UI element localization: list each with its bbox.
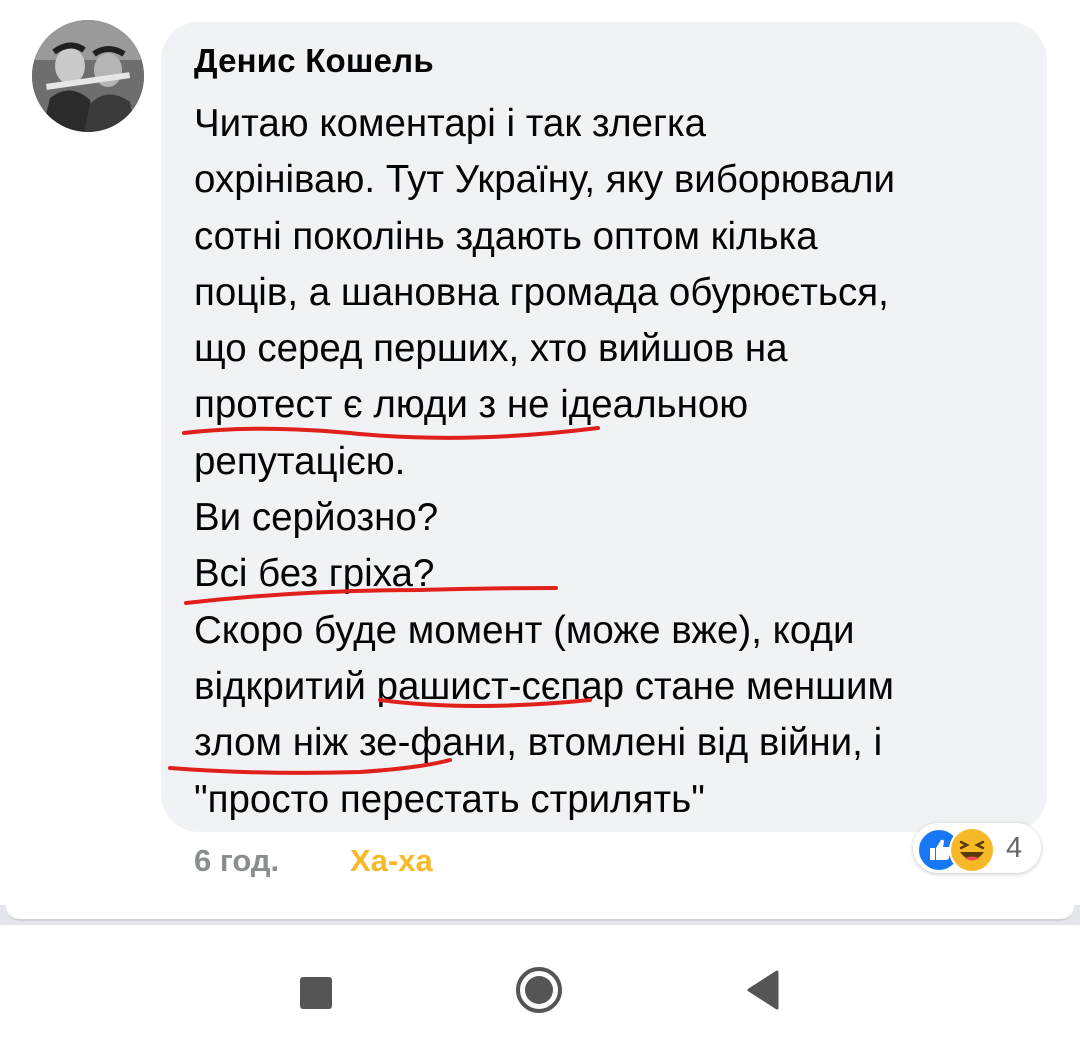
comment-line: Всі без гріха? — [194, 552, 435, 596]
avatar[interactable] — [32, 20, 144, 132]
android-navigation-bar — [0, 925, 1080, 1056]
home-circle-icon — [516, 967, 562, 1013]
haha-icon — [949, 827, 995, 873]
feed-divider — [0, 905, 1080, 925]
reaction-summary[interactable]: 4 — [913, 823, 1041, 873]
back-triangle-icon — [747, 970, 779, 1010]
comment-line: Читаю коментарі і так злегка — [194, 102, 707, 145]
reaction-button[interactable]: Ха-ха — [350, 843, 433, 879]
reaction-count: 4 — [1006, 832, 1023, 864]
comment-line: поців, а шановна громада обурюється, — [194, 270, 889, 314]
recent-apps-button[interactable] — [300, 977, 332, 1009]
comment-line: сотні поколінь здають оптом кілька — [194, 214, 818, 258]
comment-line: репутацією. — [194, 439, 406, 483]
comment-line: протест є люди з не ідеальною — [194, 383, 749, 427]
comment-line: що серед перших, хто вийшов на — [194, 327, 788, 371]
avatar-image — [32, 20, 144, 132]
comment-page: Денис Кошель Читаю коментарі і так злегк… — [0, 0, 1080, 905]
comment-time[interactable]: 6 год. — [194, 843, 279, 879]
comment-author[interactable]: Денис Кошель — [194, 42, 434, 80]
comment-line: "просто перестать стрилять" — [194, 777, 705, 821]
back-button[interactable] — [745, 969, 781, 1011]
comment-line: відкритий рашист-сєпар стане меншим — [194, 664, 894, 708]
comment-line: злом ніж зе-фани, втомлені від війни, і — [194, 721, 883, 765]
comment-line: охрініваю. Тут Україну, яку виборювали — [194, 158, 895, 202]
card-bottom-edge — [6, 905, 1074, 921]
comment-line: Ви серйозно? — [194, 496, 439, 540]
comment-text: Читаю коментарі і так злегка охрініваю. … — [194, 96, 1029, 828]
comment-line: Скоро буде момент (може вже), коди — [194, 608, 855, 652]
home-button[interactable] — [514, 965, 564, 1015]
